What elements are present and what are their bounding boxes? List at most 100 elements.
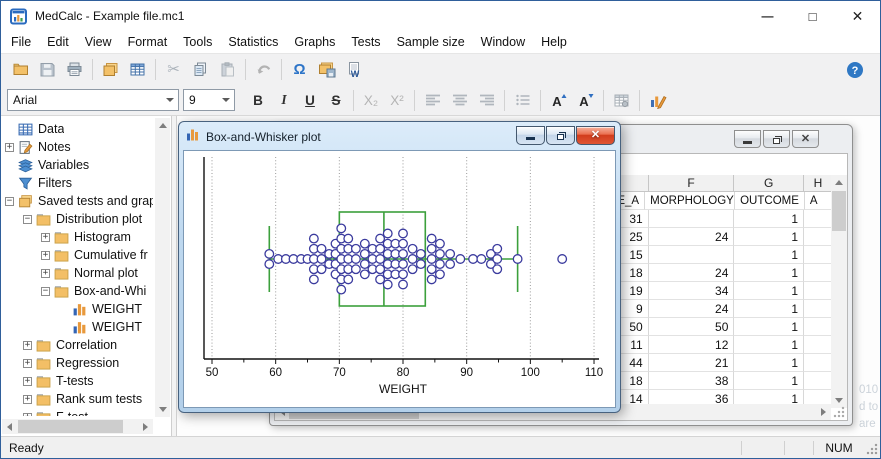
sidebar-item-weight[interactable]: WEIGHT [1,300,153,318]
scroll-down-icon[interactable] [155,402,170,417]
cell[interactable]: 1 [734,318,805,336]
restore-button[interactable] [763,130,790,148]
collapse-icon[interactable]: − [41,286,50,296]
cell[interactable]: 1 [734,246,805,264]
font-size-select[interactable]: 9 [183,89,235,111]
font-increase-icon[interactable]: A [545,88,572,113]
cell[interactable]: 1 [734,372,805,390]
menu-statistics[interactable]: Statistics [220,32,286,52]
italic-button[interactable]: I [271,88,297,112]
cell[interactable]: OUTCOME [735,192,805,210]
menu-file[interactable]: File [3,32,39,52]
sidebar-item-saved-tests-and-grap[interactable]: − Saved tests and grap [1,192,153,210]
cell[interactable]: 1 [734,300,805,318]
cut-icon[interactable]: ✂ [160,57,187,82]
expand-icon[interactable]: + [41,232,50,242]
plot-titlebar[interactable]: Box-and-Whisker plot ✕ [182,125,617,149]
cell[interactable]: 34 [648,282,735,300]
sidebar-item-variables[interactable]: Variables [1,156,153,174]
scroll-up-icon[interactable] [831,175,846,190]
sidebar-item-correlation[interactable]: + Correlation [1,336,153,354]
sheet-vertical-scrollbar[interactable] [831,175,847,408]
expand-icon[interactable]: + [23,340,32,350]
menu-format[interactable]: Format [120,32,176,52]
open-folder-icon[interactable] [7,57,34,82]
omega-symbol-icon[interactable]: Ω [286,57,313,82]
cell[interactable] [648,210,735,228]
cell[interactable]: 21 [648,354,735,372]
edit-graph-icon[interactable] [644,88,671,113]
sidebar-item-data[interactable]: Data [1,120,153,138]
sidebar-item-weight[interactable]: WEIGHT [1,318,153,336]
sidebar-item-t-tests[interactable]: + T-tests [1,372,153,390]
sidebar-item-distribution-plot[interactable]: − Distribution plot [1,210,153,228]
scrollbar-thumb[interactable] [18,420,123,433]
sidebar-item-notes[interactable]: + Notes [1,138,153,156]
resize-grip[interactable] [833,406,845,418]
expand-icon[interactable]: + [23,412,32,416]
underline-button[interactable]: U [297,88,323,112]
cell[interactable]: 12 [648,336,735,354]
menu-edit[interactable]: Edit [39,32,77,52]
cell[interactable]: 24 [648,228,735,246]
list-icon[interactable] [509,88,536,113]
expand-icon[interactable]: + [23,394,32,404]
copy-pages-icon[interactable] [97,57,124,82]
menu-view[interactable]: View [77,32,120,52]
save-icon[interactable] [34,57,61,82]
table-properties-icon[interactable] [608,88,635,113]
sub-button[interactable]: X₂ [358,88,384,112]
collapse-icon[interactable]: − [23,214,32,224]
paste-icon[interactable] [214,57,241,82]
strike-button[interactable]: S [323,88,349,112]
menu-graphs[interactable]: Graphs [286,32,343,52]
resize-grip[interactable] [864,437,880,458]
close-button[interactable]: ✕ [576,125,615,145]
sidebar-item-regression[interactable]: + Regression [1,354,153,372]
sidebar-item-f-test[interactable]: + F-test [1,408,153,416]
expand-icon[interactable]: + [23,358,32,368]
cell[interactable] [648,246,735,264]
minimize-button[interactable] [734,130,761,148]
scroll-up-icon[interactable] [155,118,170,133]
cell[interactable]: 1 [734,210,805,228]
cell[interactable]: 24 [648,300,735,318]
print-icon[interactable] [61,57,88,82]
cell[interactable]: A [804,192,833,210]
cell[interactable] [804,228,833,246]
sidebar-item-box-and-whi[interactable]: − Box-and-Whi [1,282,153,300]
cell[interactable]: 1 [734,282,805,300]
menu-tests[interactable]: Tests [343,32,388,52]
scrollbar-thumb[interactable] [832,191,846,231]
cell[interactable]: 50 [648,318,735,336]
cell[interactable]: 1 [734,264,805,282]
menu-tools[interactable]: Tools [175,32,220,52]
bold-button[interactable]: B [245,88,271,112]
tree-vertical-scrollbar[interactable] [155,118,170,417]
cell[interactable] [804,336,833,354]
data-table-icon[interactable] [124,57,151,82]
menu-window[interactable]: Window [473,32,533,52]
collapse-icon[interactable]: − [5,196,14,206]
sidebar-item-rank-sum-tests[interactable]: + Rank sum tests [1,390,153,408]
menu-sample-size[interactable]: Sample size [389,32,473,52]
cell[interactable] [804,246,833,264]
cell[interactable] [804,372,833,390]
scroll-left-icon[interactable] [2,419,17,434]
align-right-icon[interactable] [473,88,500,113]
close-button[interactable]: ✕ [835,1,880,31]
copy-icon[interactable] [187,57,214,82]
menu-help[interactable]: Help [533,32,575,52]
expand-icon[interactable]: + [41,268,50,278]
font-family-select[interactable]: Arial [7,89,179,111]
undo-icon[interactable] [250,57,277,82]
scroll-right-icon[interactable] [816,404,831,419]
font-decrease-icon[interactable]: A [572,88,599,113]
cell[interactable]: 1 [734,336,805,354]
column-header[interactable]: F [648,175,735,192]
cell[interactable] [804,210,833,228]
align-center-icon[interactable] [446,88,473,113]
scroll-right-icon[interactable] [138,419,153,434]
expand-icon[interactable]: + [41,250,50,260]
expand-icon[interactable]: + [5,142,14,152]
